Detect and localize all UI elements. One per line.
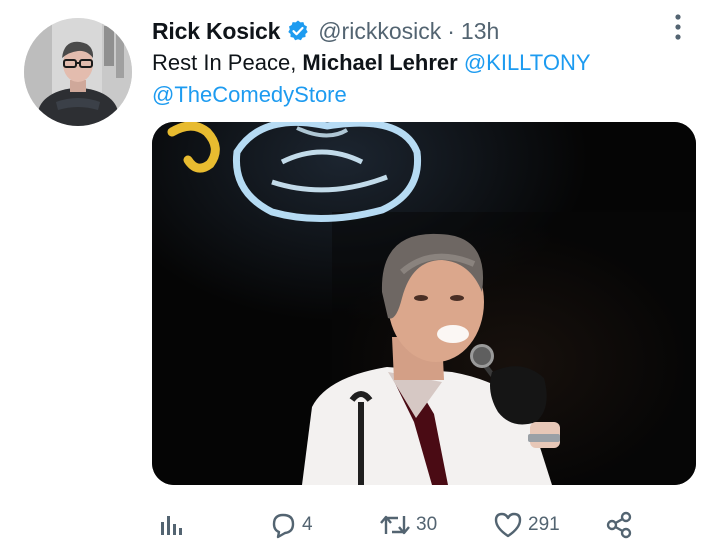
reply-icon bbox=[268, 510, 298, 540]
verified-badge-icon bbox=[286, 19, 310, 43]
mention-killtony[interactable]: @KILLTONY bbox=[464, 50, 591, 75]
tweet-text-bold-name: Michael Lehrer bbox=[302, 50, 458, 75]
more-vertical-icon[interactable] bbox=[668, 12, 688, 42]
mention-thecomedystore[interactable]: @TheComedyStore bbox=[152, 82, 347, 107]
tweet-timestamp[interactable]: 13h bbox=[461, 14, 499, 48]
analytics-button[interactable] bbox=[158, 505, 184, 545]
retweet-button[interactable]: 30 bbox=[378, 505, 437, 545]
author-display-name[interactable]: Rick Kosick bbox=[152, 14, 280, 48]
tweet-photo-image bbox=[152, 122, 696, 485]
retweet-count: 30 bbox=[416, 514, 438, 535]
reply-button[interactable]: 4 bbox=[268, 505, 313, 545]
header-separator: · bbox=[447, 18, 455, 44]
analytics-icon bbox=[158, 512, 184, 538]
tweet-header: Rick Kosick @rickkosick · 13h bbox=[152, 14, 499, 48]
author-handle[interactable]: @rickkosick bbox=[318, 14, 441, 48]
author-avatar[interactable] bbox=[24, 18, 132, 126]
tweet-actions: 4 30 291 bbox=[152, 505, 696, 549]
avatar-image bbox=[24, 18, 132, 126]
like-count: 291 bbox=[528, 514, 560, 535]
heart-icon bbox=[492, 510, 524, 540]
share-button[interactable] bbox=[604, 505, 634, 545]
tweet-text: Rest In Peace, Michael Lehrer @KILLTONY … bbox=[152, 47, 672, 111]
tweet-text-prefix: Rest In Peace, bbox=[152, 50, 303, 75]
share-icon bbox=[604, 510, 634, 540]
retweet-icon bbox=[378, 510, 412, 540]
tweet-photo[interactable] bbox=[152, 122, 696, 485]
like-button[interactable]: 291 bbox=[492, 505, 560, 545]
reply-count: 4 bbox=[302, 514, 313, 535]
